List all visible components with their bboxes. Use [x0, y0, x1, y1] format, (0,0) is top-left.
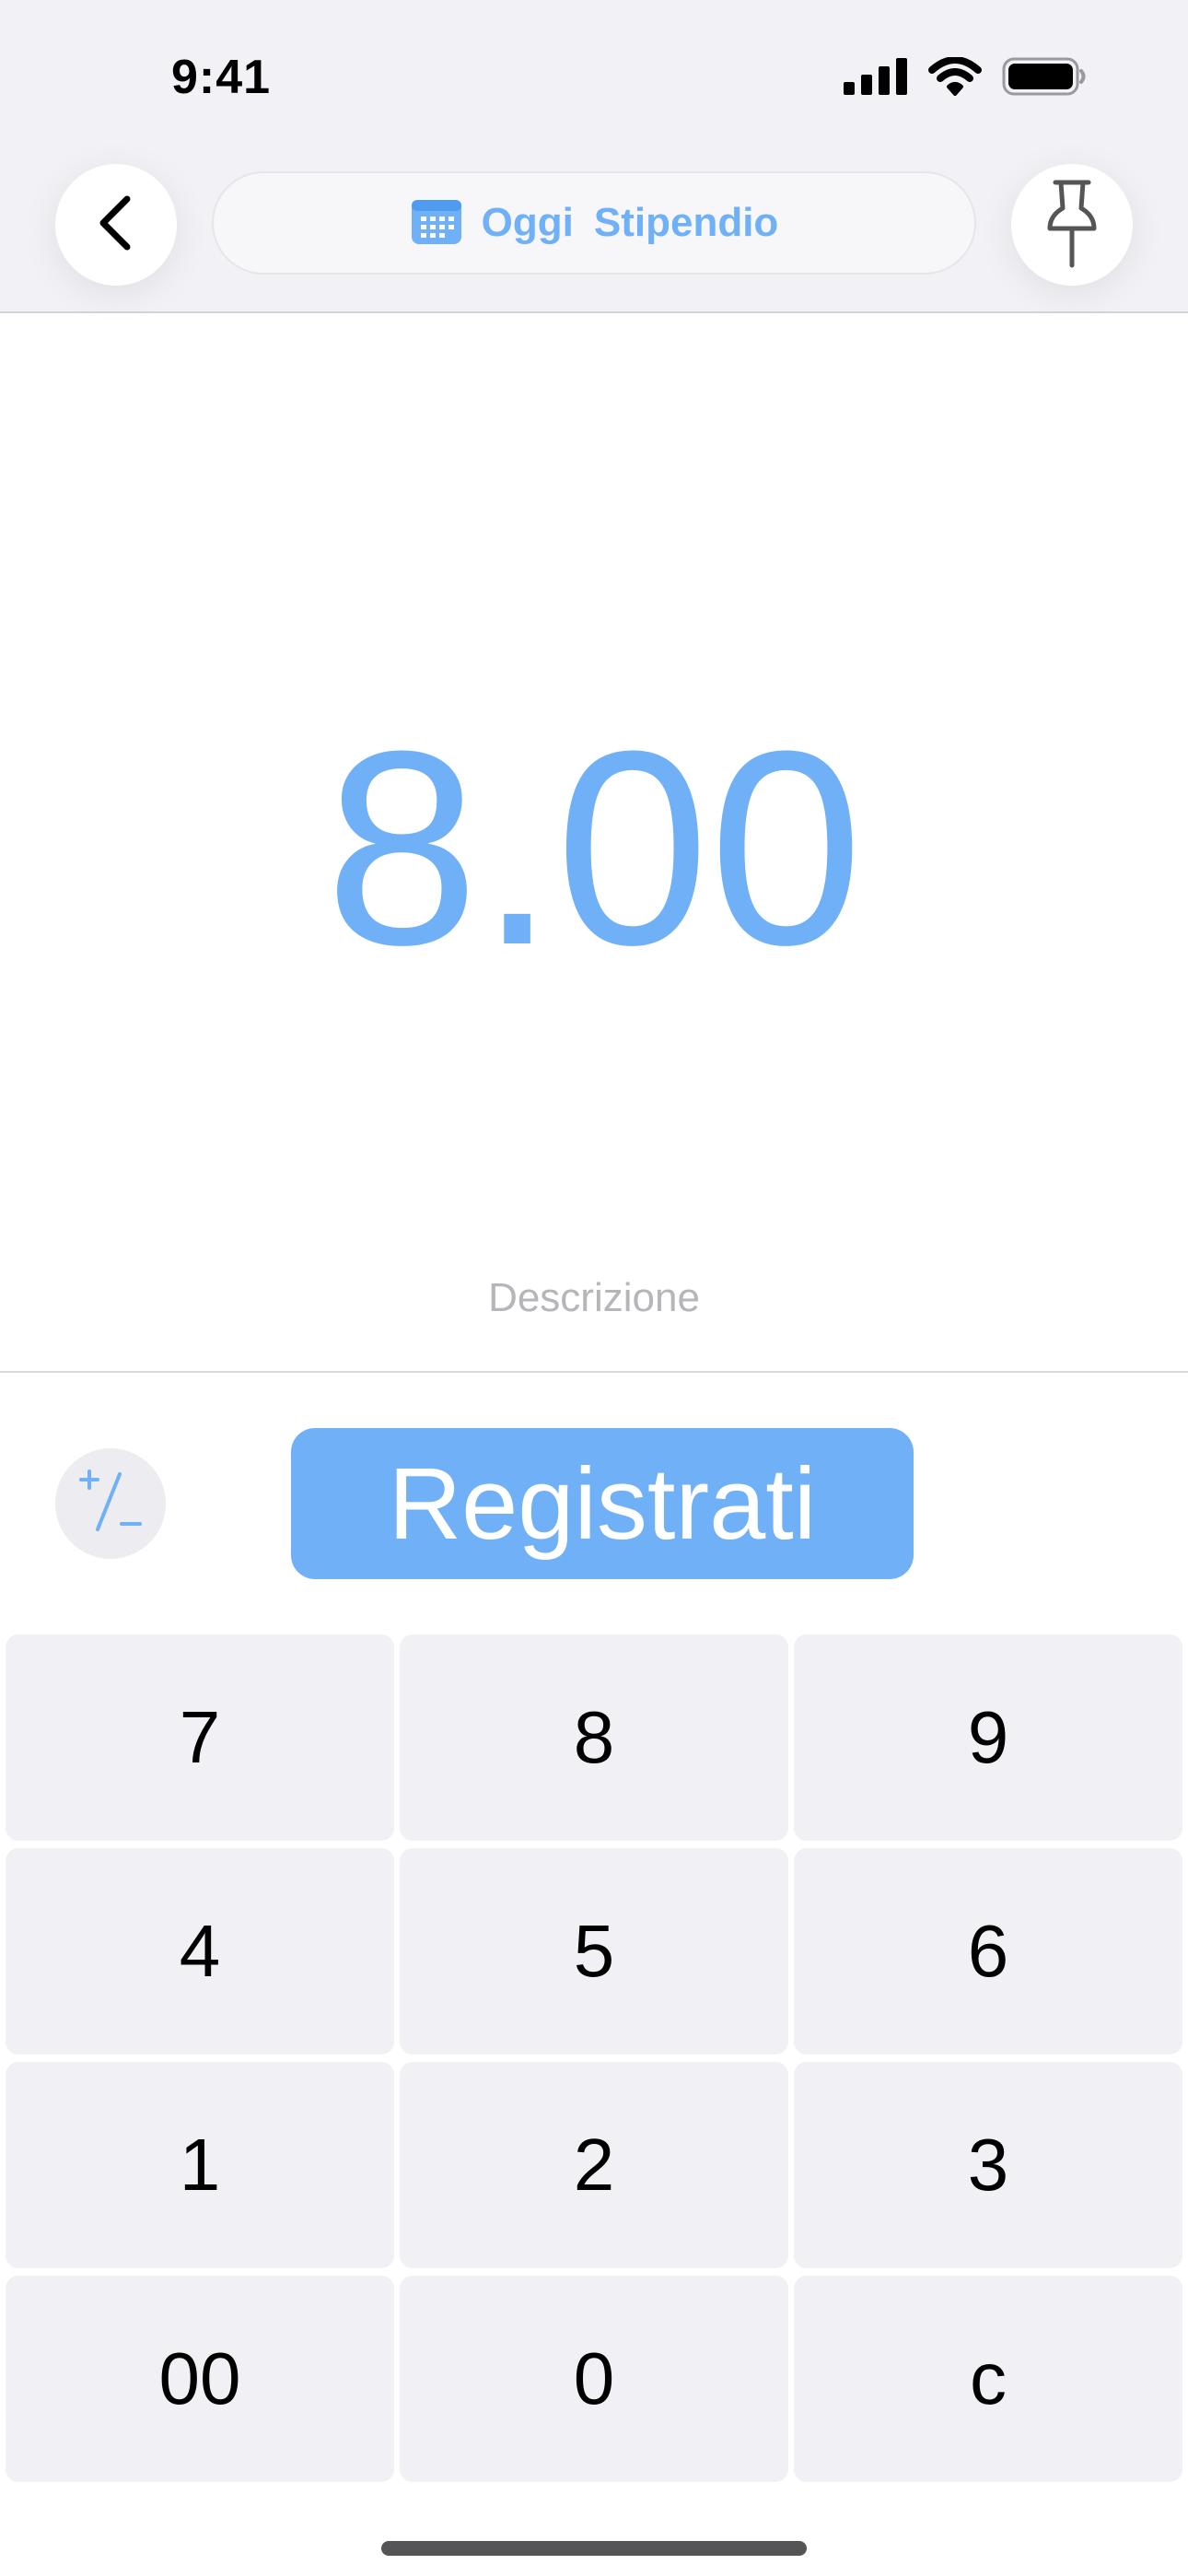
date-category-selector[interactable]: Oggi Stipendio [212, 171, 976, 275]
status-time: 9:41 [171, 51, 272, 104]
key-7[interactable]: 7 [6, 1634, 394, 1841]
key-4[interactable]: 4 [6, 1848, 394, 2055]
calendar-icon [410, 196, 463, 251]
pushpin-icon [1042, 177, 1101, 274]
cellular-signal-icon [844, 58, 908, 100]
status-icons [844, 56, 1087, 100]
date-label: Oggi [481, 200, 574, 245]
key-1[interactable]: 1 [6, 2062, 394, 2268]
key-8[interactable]: 8 [400, 1634, 788, 1841]
numeric-keypad: 7 8 9 4 5 6 1 2 3 00 0 c [6, 1634, 1182, 2482]
header-bar: 9:41 Oggi Stipendio [0, 0, 1188, 313]
key-clear[interactable]: c [794, 2276, 1182, 2482]
plus-minus-icon [74, 1465, 147, 1543]
key-3[interactable]: 3 [794, 2062, 1182, 2268]
amount-display: 8.00 [325, 693, 863, 1002]
key-2[interactable]: 2 [400, 2062, 788, 2268]
register-button[interactable]: Registrati [291, 1428, 914, 1579]
key-9[interactable]: 9 [794, 1634, 1182, 1841]
key-00[interactable]: 00 [6, 2276, 394, 2482]
category-label: Stipendio [593, 200, 779, 245]
sign-toggle-button[interactable] [55, 1448, 166, 1559]
key-0[interactable]: 0 [400, 2276, 788, 2482]
back-button[interactable] [55, 164, 177, 286]
pin-button[interactable] [1011, 164, 1133, 286]
battery-icon [1002, 57, 1087, 100]
divider [0, 1371, 1188, 1373]
description-field[interactable]: Descrizione [0, 1275, 1188, 1321]
wifi-icon [928, 56, 982, 100]
chevron-left-icon [94, 193, 138, 257]
key-5[interactable]: 5 [400, 1848, 788, 2055]
selector-label: Oggi Stipendio [482, 200, 779, 246]
key-6[interactable]: 6 [794, 1848, 1182, 2055]
home-indicator[interactable] [381, 2541, 807, 2556]
